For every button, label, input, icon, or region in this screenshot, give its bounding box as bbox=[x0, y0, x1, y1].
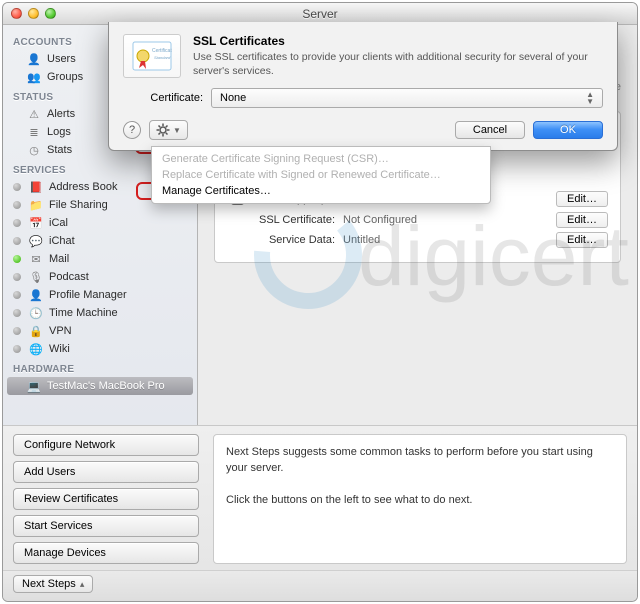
footer-bar: Next Steps bbox=[3, 570, 637, 601]
alert-icon: ⚠ bbox=[27, 107, 41, 121]
bottom-area: Configure Network Add Users Review Certi… bbox=[3, 425, 637, 570]
svg-text:Certificate: Certificate bbox=[152, 48, 172, 54]
status-dot-icon bbox=[13, 309, 21, 317]
cancel-button[interactable]: Cancel bbox=[455, 121, 525, 139]
address-book-icon: 📕 bbox=[29, 180, 43, 194]
manage-devices-button[interactable]: Manage Devices bbox=[13, 542, 199, 564]
kv-key: Service Data: bbox=[227, 234, 335, 246]
kv-row: Service Data: Untitled Edit… bbox=[227, 232, 608, 248]
lock-icon: 🔒 bbox=[29, 324, 43, 338]
sidebar-item-label: Mail bbox=[49, 253, 69, 265]
user-icon: 👤 bbox=[27, 52, 41, 66]
kv-value: Untitled bbox=[343, 234, 548, 246]
calendar-icon: 📅 bbox=[29, 216, 43, 230]
sidebar-item-profile-manager[interactable]: 👤 Profile Manager bbox=[7, 286, 193, 304]
status-dot-icon bbox=[13, 255, 21, 263]
podcast-icon: 🎙 bbox=[29, 270, 43, 284]
sidebar-item-label: Podcast bbox=[49, 271, 89, 283]
status-dot-icon bbox=[13, 345, 21, 353]
group-icon: 👥 bbox=[27, 70, 41, 84]
certificate-popup[interactable]: None ▲▼ bbox=[211, 88, 603, 108]
next-steps-label: Next Steps bbox=[22, 578, 76, 590]
status-dot-icon bbox=[13, 237, 21, 245]
start-services-button[interactable]: Start Services bbox=[13, 515, 199, 537]
certificate-value: None bbox=[220, 92, 246, 104]
sidebar-item-label: TestMac's MacBook Pro bbox=[47, 380, 165, 392]
laptop-icon: 💻 bbox=[27, 379, 41, 393]
folder-icon: 📁 bbox=[29, 198, 43, 212]
kv-value: Not Configured bbox=[343, 214, 548, 226]
next-steps-button[interactable]: Next Steps bbox=[13, 575, 93, 593]
next-steps-text: Next Steps suggests some common tasks to… bbox=[226, 445, 614, 477]
sidebar-item-wiki[interactable]: 🌐 Wiki bbox=[7, 340, 193, 358]
sidebar-item-label: Time Machine bbox=[49, 307, 118, 319]
sheet-description: Use SSL certificates to provide your cli… bbox=[193, 51, 603, 78]
configure-network-button[interactable]: Configure Network bbox=[13, 434, 199, 456]
next-steps-panel: Next Steps suggests some common tasks to… bbox=[213, 434, 627, 564]
sidebar-item-label: iCal bbox=[49, 217, 68, 229]
logs-icon: ≣ bbox=[27, 125, 41, 139]
sidebar-item-hardware[interactable]: 💻 TestMac's MacBook Pro bbox=[7, 377, 193, 395]
status-dot-icon bbox=[13, 219, 21, 227]
sidebar-item-label: Wiki bbox=[49, 343, 70, 355]
status-dot-icon bbox=[13, 183, 21, 191]
sidebar-item-label: Profile Manager bbox=[49, 289, 127, 301]
add-users-button[interactable]: Add Users bbox=[13, 461, 199, 483]
kv-key: SSL Certificate: bbox=[227, 214, 335, 226]
certificate-icon: Certificate Standard bbox=[123, 34, 181, 78]
kv-row: SSL Certificate: Not Configured Edit… bbox=[227, 212, 608, 228]
status-dot-icon bbox=[13, 201, 21, 209]
edit-ssl-button[interactable]: Edit… bbox=[556, 212, 608, 228]
chevron-up-icon bbox=[80, 578, 85, 590]
sheet-title: SSL Certificates bbox=[193, 34, 603, 48]
menu-item-manage-certificates[interactable]: Manage Certificates… bbox=[152, 183, 490, 199]
sidebar-item-label: Address Book bbox=[49, 181, 117, 193]
zoom-icon[interactable] bbox=[45, 8, 56, 19]
ssl-certificates-sheet: Certificate Standard SSL Certificates Us… bbox=[108, 22, 618, 151]
status-dot-icon bbox=[13, 273, 21, 281]
globe-icon: 🌐 bbox=[29, 342, 43, 356]
help-icon[interactable]: ? bbox=[123, 121, 141, 139]
svg-text:Standard: Standard bbox=[154, 55, 171, 60]
sidebar-item-time-machine[interactable]: 🕒 Time Machine bbox=[7, 304, 193, 322]
gear-menu-button[interactable]: ▼ bbox=[149, 120, 188, 140]
sidebar-item-label: iChat bbox=[49, 235, 75, 247]
gear-dropdown: Generate Certificate Signing Request (CS… bbox=[151, 146, 491, 204]
status-dot-icon bbox=[13, 327, 21, 335]
sidebar-item-podcast[interactable]: 🎙 Podcast bbox=[7, 268, 193, 286]
sidebar-item-label: Stats bbox=[47, 144, 72, 156]
edit-service-data-button[interactable]: Edit… bbox=[556, 232, 608, 248]
close-icon[interactable] bbox=[11, 8, 22, 19]
chevron-down-icon: ▼ bbox=[173, 126, 181, 135]
sidebar-item-ical[interactable]: 📅 iCal bbox=[7, 214, 193, 232]
sidebar-item-vpn[interactable]: 🔒 VPN bbox=[7, 322, 193, 340]
ok-button[interactable]: OK bbox=[533, 121, 603, 139]
certificate-label: Certificate: bbox=[123, 92, 203, 104]
sidebar-item-label: VPN bbox=[49, 325, 72, 337]
sidebar-item-mail[interactable]: ✉ Mail bbox=[7, 250, 193, 268]
sidebar-item-ichat[interactable]: 💬 iChat bbox=[7, 232, 193, 250]
gear-icon bbox=[156, 123, 170, 137]
edit-push-button[interactable]: Edit… bbox=[556, 191, 608, 207]
sidebar-item-label: Users bbox=[47, 53, 76, 65]
next-steps-text: Click the buttons on the left to see wha… bbox=[226, 493, 614, 509]
window-title: Server bbox=[3, 7, 637, 21]
menu-item-replace: Replace Certificate with Signed or Renew… bbox=[152, 167, 490, 183]
profile-icon: 👤 bbox=[29, 288, 43, 302]
time-machine-icon: 🕒 bbox=[29, 306, 43, 320]
status-dot-icon bbox=[13, 291, 21, 299]
stats-icon: ◷ bbox=[27, 143, 41, 157]
updown-icon: ▲▼ bbox=[586, 91, 594, 105]
mail-icon: ✉ bbox=[29, 252, 43, 266]
menu-item-csr: Generate Certificate Signing Request (CS… bbox=[152, 151, 490, 167]
sidebar-header-hardware: HARDWARE bbox=[3, 358, 197, 377]
minimize-icon[interactable] bbox=[28, 8, 39, 19]
sidebar-item-label: Groups bbox=[47, 71, 83, 83]
task-buttons: Configure Network Add Users Review Certi… bbox=[13, 434, 199, 564]
sidebar-item-label: File Sharing bbox=[49, 199, 108, 211]
sidebar-item-label: Alerts bbox=[47, 108, 75, 120]
sidebar-item-label: Logs bbox=[47, 126, 71, 138]
chat-icon: 💬 bbox=[29, 234, 43, 248]
review-certificates-button[interactable]: Review Certificates bbox=[13, 488, 199, 510]
